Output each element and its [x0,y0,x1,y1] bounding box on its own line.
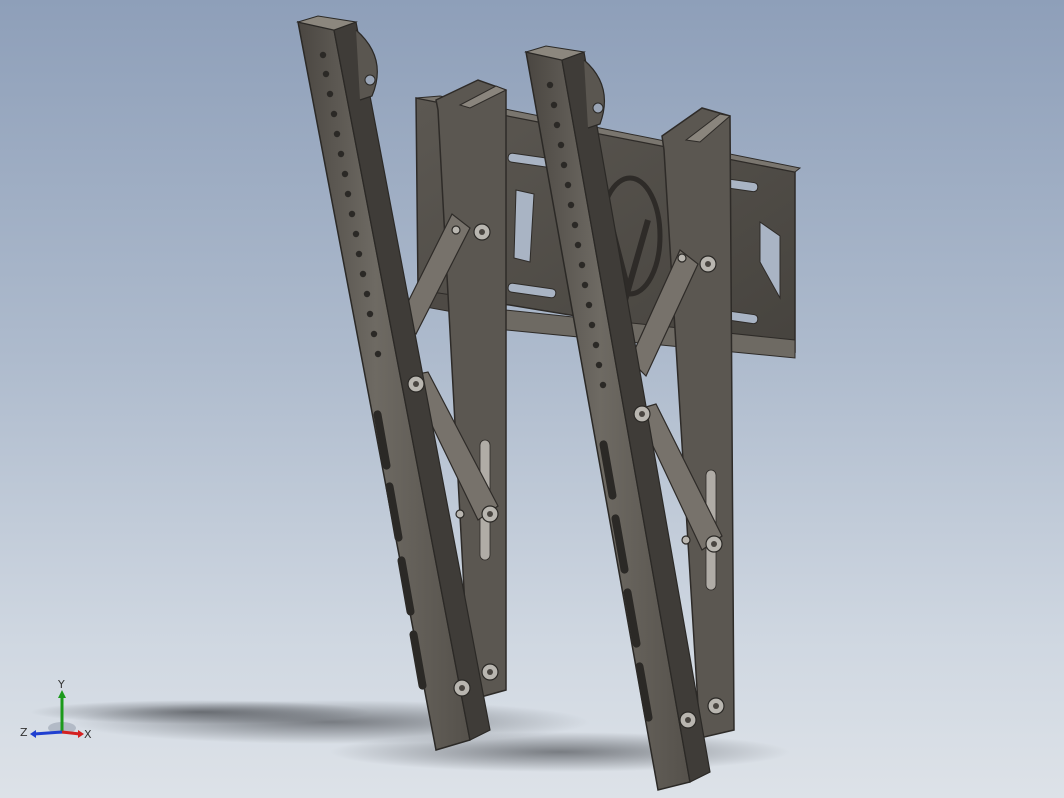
tilting-bracket-model[interactable] [0,0,1064,798]
nut [451,225,461,235]
nut [677,253,687,263]
x-axis-label: X [84,728,92,741]
graphics-viewport[interactable]: Y X Z [0,0,1064,798]
nut [681,535,691,545]
z-axis-label: Z [20,726,28,739]
z-axis-arrow-icon [33,730,63,736]
y-axis-label: Y [57,678,65,691]
nut [455,509,465,519]
x-axis-arrow-icon [61,730,81,736]
coordinate-triad[interactable]: Y X Z [18,676,94,748]
